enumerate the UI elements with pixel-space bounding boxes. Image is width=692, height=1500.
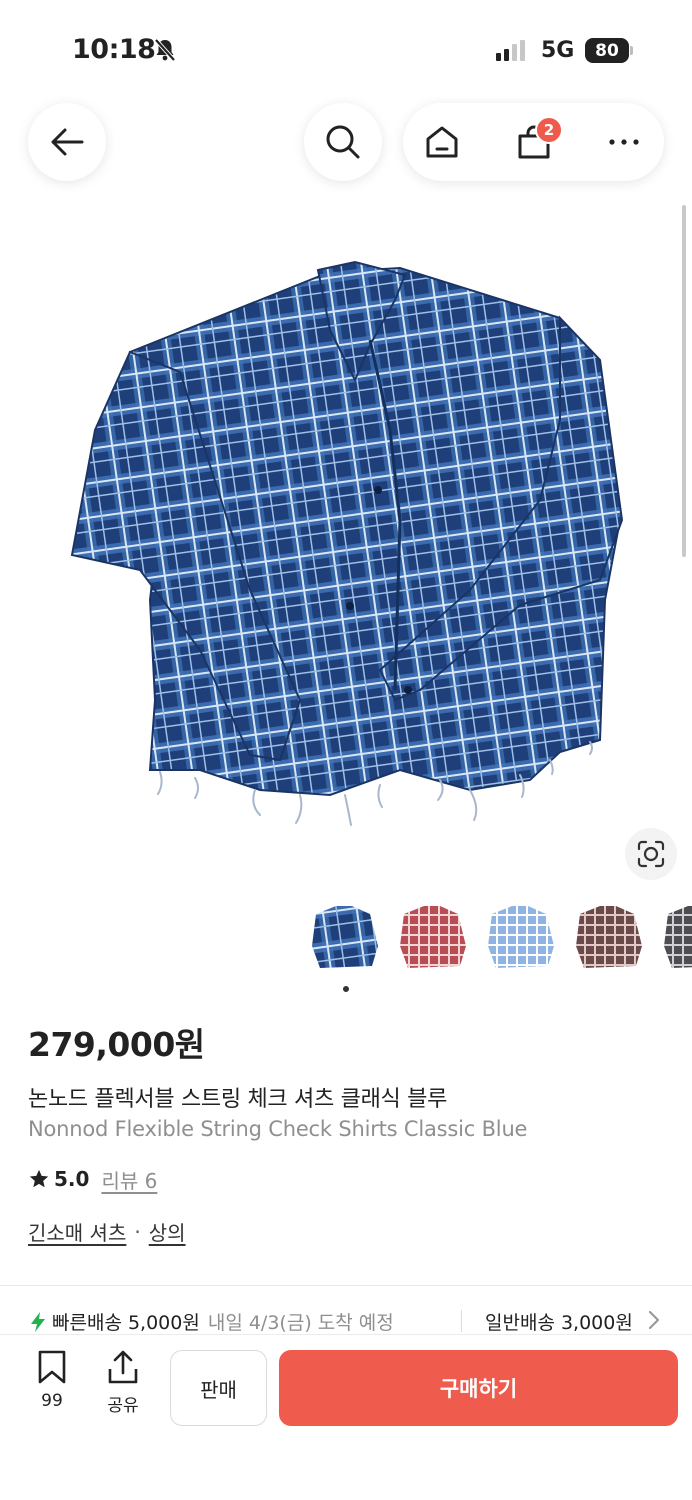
product-name-ko: 논노드 플렉서블 스트링 체크 셔츠 클래식 블루 xyxy=(28,1087,448,1112)
home-icon xyxy=(426,126,458,158)
share-button[interactable]: 공유 xyxy=(93,1349,153,1416)
review-link[interactable]: 리뷰 6 xyxy=(101,1165,157,1194)
divider xyxy=(0,1285,692,1286)
breadcrumb-separator: · xyxy=(134,1219,141,1244)
signal-icon xyxy=(496,40,525,61)
header-actions xyxy=(403,103,664,181)
network-label: 5G xyxy=(541,38,575,63)
chevron-right-icon[interactable] xyxy=(646,1308,662,1332)
arrow-left-icon xyxy=(51,128,84,156)
status-time: 10:18 xyxy=(72,34,156,65)
thumbnail-red[interactable] xyxy=(394,900,470,976)
share-icon xyxy=(108,1350,138,1384)
category-link-sub[interactable]: 상의 xyxy=(149,1217,186,1246)
product-image[interactable] xyxy=(0,200,692,900)
lightning-icon xyxy=(31,1311,45,1332)
camera-lens-icon xyxy=(637,840,665,868)
buy-button[interactable]: 구매하기 xyxy=(279,1350,678,1426)
cart-count-badge: 2 xyxy=(535,116,563,144)
fast-shipping-eta: 내일 4/3(금) 도착 예정 xyxy=(207,1312,394,1334)
fast-shipping-label: 빠른배송 5,000원 xyxy=(52,1312,200,1334)
save-button[interactable]: 99 xyxy=(22,1349,82,1411)
sell-button[interactable]: 판매 xyxy=(170,1350,267,1426)
carousel-dot xyxy=(343,986,349,992)
category-link-main[interactable]: 긴소매 셔츠 xyxy=(28,1217,126,1246)
product-name-en: Nonnod Flexible String Check Shirts Clas… xyxy=(28,1117,528,1141)
rating: 5.0 리뷰 6 xyxy=(28,1165,157,1193)
bottom-action-bar: 99 공유 판매 구매하기 xyxy=(0,1334,692,1500)
thumbnail-light-blue[interactable] xyxy=(482,900,558,976)
normal-shipping-option[interactable]: 일반배송 3,000원 xyxy=(485,1308,645,1335)
bookmark-icon xyxy=(38,1350,66,1384)
home-button[interactable] xyxy=(421,121,463,163)
thumbnail-gray[interactable] xyxy=(658,900,692,976)
fast-shipping-option[interactable]: 빠른배송 5,000원 내일 4/3(금) 도착 예정 xyxy=(30,1308,394,1335)
search-icon xyxy=(326,125,360,159)
status-bar: 10:18 5G 80 xyxy=(0,0,692,100)
shipping-separator xyxy=(461,1310,462,1332)
color-thumbnails xyxy=(306,900,692,976)
star-icon xyxy=(29,1169,49,1188)
battery-cap xyxy=(630,46,633,55)
more-button[interactable] xyxy=(603,121,645,163)
thumbnail-blue[interactable] xyxy=(306,900,382,976)
breadcrumb: 긴소매 셔츠 · 상의 xyxy=(28,1217,186,1246)
save-count: 99 xyxy=(41,1391,63,1411)
rating-score: 5.0 xyxy=(54,1167,90,1191)
back-button[interactable] xyxy=(28,103,106,181)
more-icon xyxy=(609,139,639,145)
battery-icon: 80 xyxy=(585,38,629,63)
share-label: 공유 xyxy=(107,1396,139,1416)
image-search-button[interactable] xyxy=(625,828,677,880)
search-button[interactable] xyxy=(304,103,382,181)
thumbnail-brown[interactable] xyxy=(570,900,646,976)
scrollbar[interactable] xyxy=(682,205,686,557)
product-price: 279,000원 xyxy=(28,1025,205,1064)
bell-off-icon xyxy=(154,38,176,66)
